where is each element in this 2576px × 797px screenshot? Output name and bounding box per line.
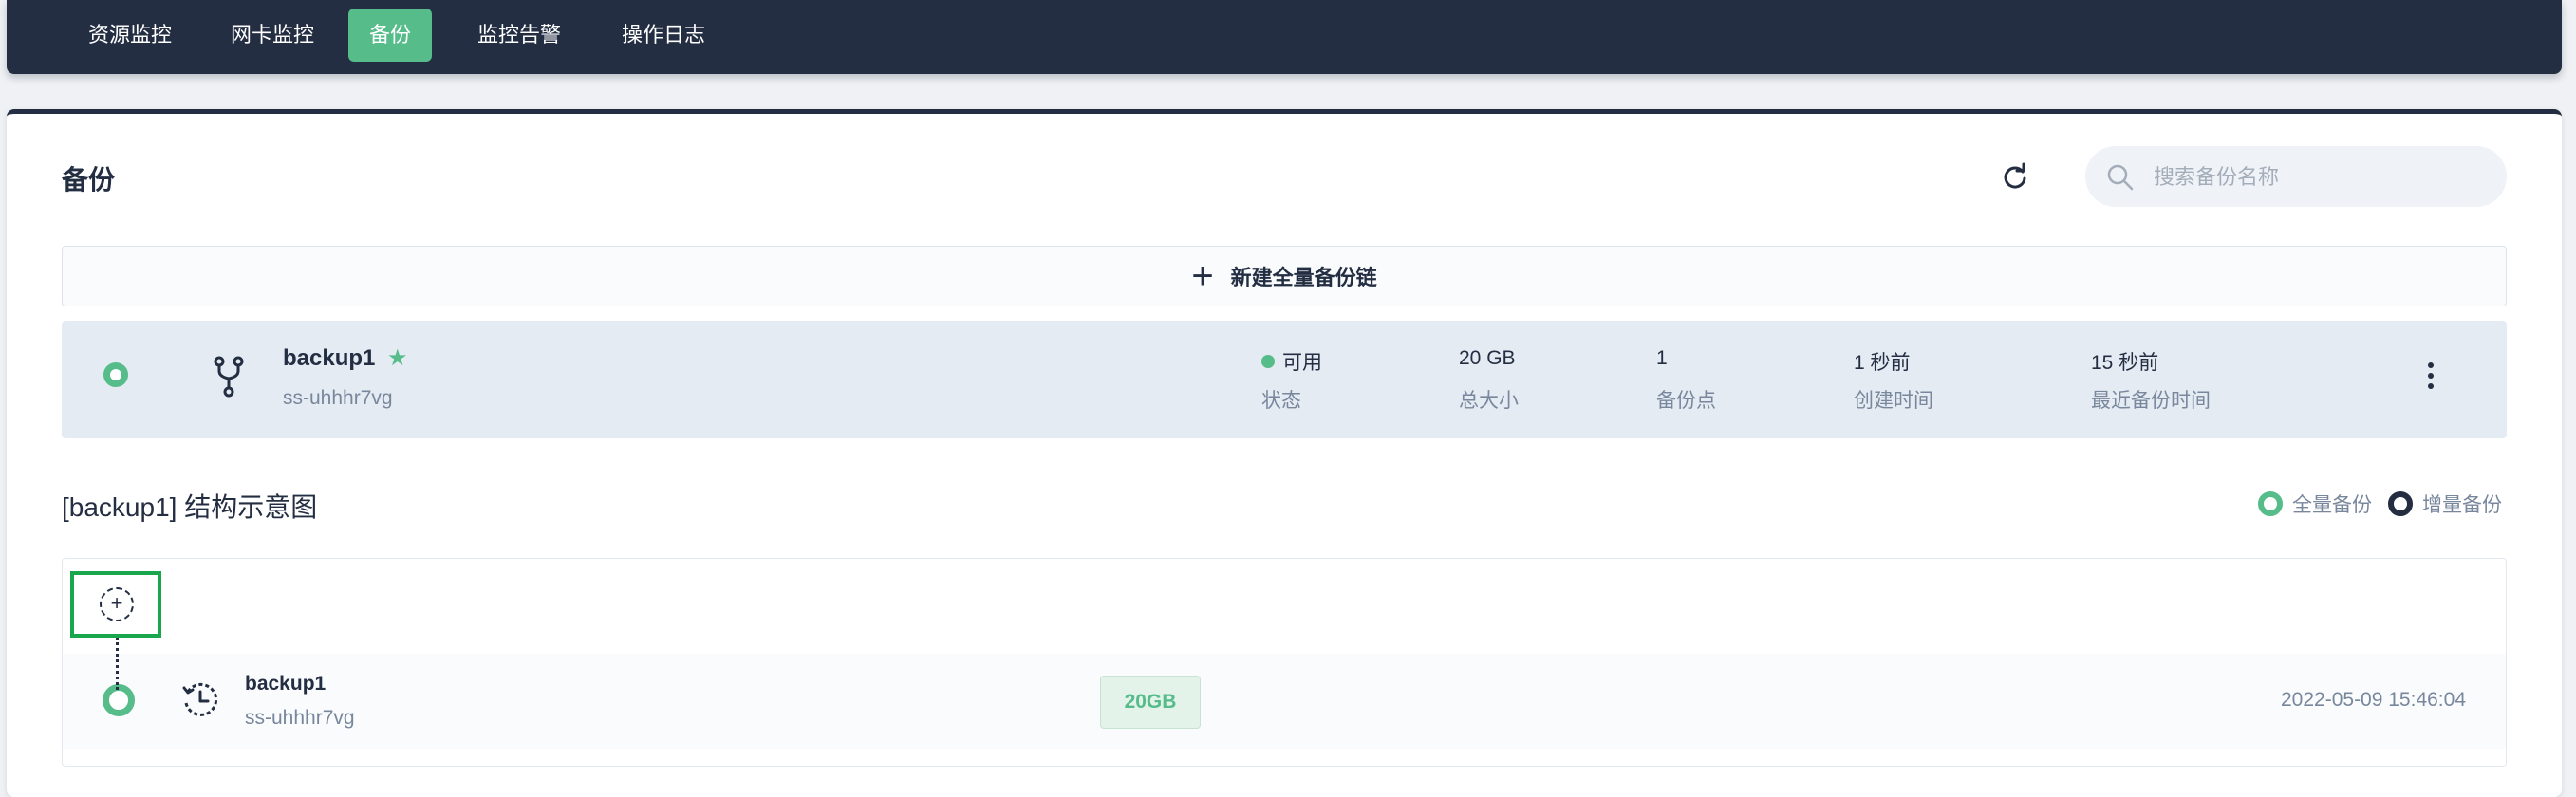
last-backup-label: 最近备份时间	[2091, 390, 2211, 412]
backup-chain-item[interactable]: backup1 ★ ss-uhhhr7vg 可用 状态 20 GB 总大小 1 …	[62, 321, 2507, 438]
tab-operation-log[interactable]: 操作日志	[601, 9, 726, 62]
backup-name[interactable]: backup1	[283, 345, 375, 372]
legend-full-label: 全量备份	[2292, 494, 2372, 516]
tab-monitor-alerts[interactable]: 监控告警	[457, 9, 582, 62]
stat-total-size: 20 GB 总大小	[1459, 347, 1519, 414]
branch-icon	[214, 356, 244, 398]
refresh-button[interactable]	[2000, 162, 2030, 193]
total-size-label: 总大小	[1459, 390, 1519, 412]
star-icon: ★	[387, 345, 408, 371]
search-input[interactable]	[2152, 146, 2488, 209]
refresh-icon	[2004, 162, 2026, 189]
total-size-value: 20 GB	[1459, 347, 1516, 369]
connector-line	[116, 638, 119, 690]
backup-panel: 备份 + 新建全量备份链 backup1 ★ ss-uhhhr7vg 可用	[7, 109, 2562, 797]
backup-node-row[interactable]: backup1 ss-uhhhr7vg 20GB 2022-05-09 15:4…	[63, 654, 2506, 749]
incremental-backup-legend-icon	[2388, 491, 2413, 516]
backup-id: ss-uhhhr7vg	[283, 387, 393, 409]
status-dot-icon	[1261, 355, 1275, 368]
add-backup-node-button[interactable]: +	[70, 571, 161, 638]
node-id: ss-uhhhr7vg	[245, 707, 355, 729]
search-icon	[2107, 164, 2134, 191]
created-label: 创建时间	[1854, 390, 1933, 412]
structure-diagram: + backup1 ss-uhhhr7vg 20GB 2022-05-09 15…	[62, 558, 2507, 767]
search-box[interactable]	[2085, 146, 2507, 209]
status-value: 可用	[1282, 352, 1322, 374]
legend-incremental-label: 增量备份	[2422, 494, 2502, 516]
legend-full-backup: 全量备份	[2258, 490, 2372, 518]
last-backup-value: 15 秒前	[2091, 352, 2159, 374]
full-backup-legend-icon	[2258, 491, 2283, 516]
node-timestamp: 2022-05-09 15:46:04	[2281, 689, 2466, 711]
add-node-icon: +	[100, 587, 134, 621]
diagram-title: [backup1] 结构示意图	[62, 492, 318, 522]
tab-nic-monitor[interactable]: 网卡监控	[210, 9, 335, 62]
full-backup-node-icon	[103, 684, 135, 716]
status-label: 状态	[1261, 390, 1301, 412]
backup-points-value: 1	[1656, 347, 1668, 369]
legend-incremental-backup: 增量备份	[2388, 490, 2502, 518]
stat-last-backup: 15 秒前 最近备份时间	[2091, 347, 2211, 414]
stat-status: 可用 状态	[1261, 347, 1322, 414]
backup-points-label: 备份点	[1656, 390, 1716, 412]
size-badge: 20GB	[1100, 676, 1201, 729]
plus-icon: +	[1191, 255, 1214, 297]
new-full-backup-chain-button[interactable]: + 新建全量备份链	[62, 246, 2507, 306]
stat-backup-points: 1 备份点	[1656, 347, 1716, 414]
top-nav: 资源监控 网卡监控 备份 监控告警 操作日志	[7, 0, 2562, 74]
stat-created: 1 秒前 创建时间	[1854, 347, 1933, 414]
history-icon	[182, 682, 218, 716]
more-actions-button[interactable]	[2425, 362, 2436, 395]
tab-backup[interactable]: 备份	[348, 9, 433, 62]
page-title: 备份	[62, 165, 116, 195]
tab-resource-monitor[interactable]: 资源监控	[67, 9, 193, 62]
new-chain-label: 新建全量备份链	[1230, 266, 1377, 289]
node-name: backup1	[245, 673, 327, 695]
full-backup-status-icon	[103, 362, 128, 387]
created-value: 1 秒前	[1854, 352, 1911, 374]
